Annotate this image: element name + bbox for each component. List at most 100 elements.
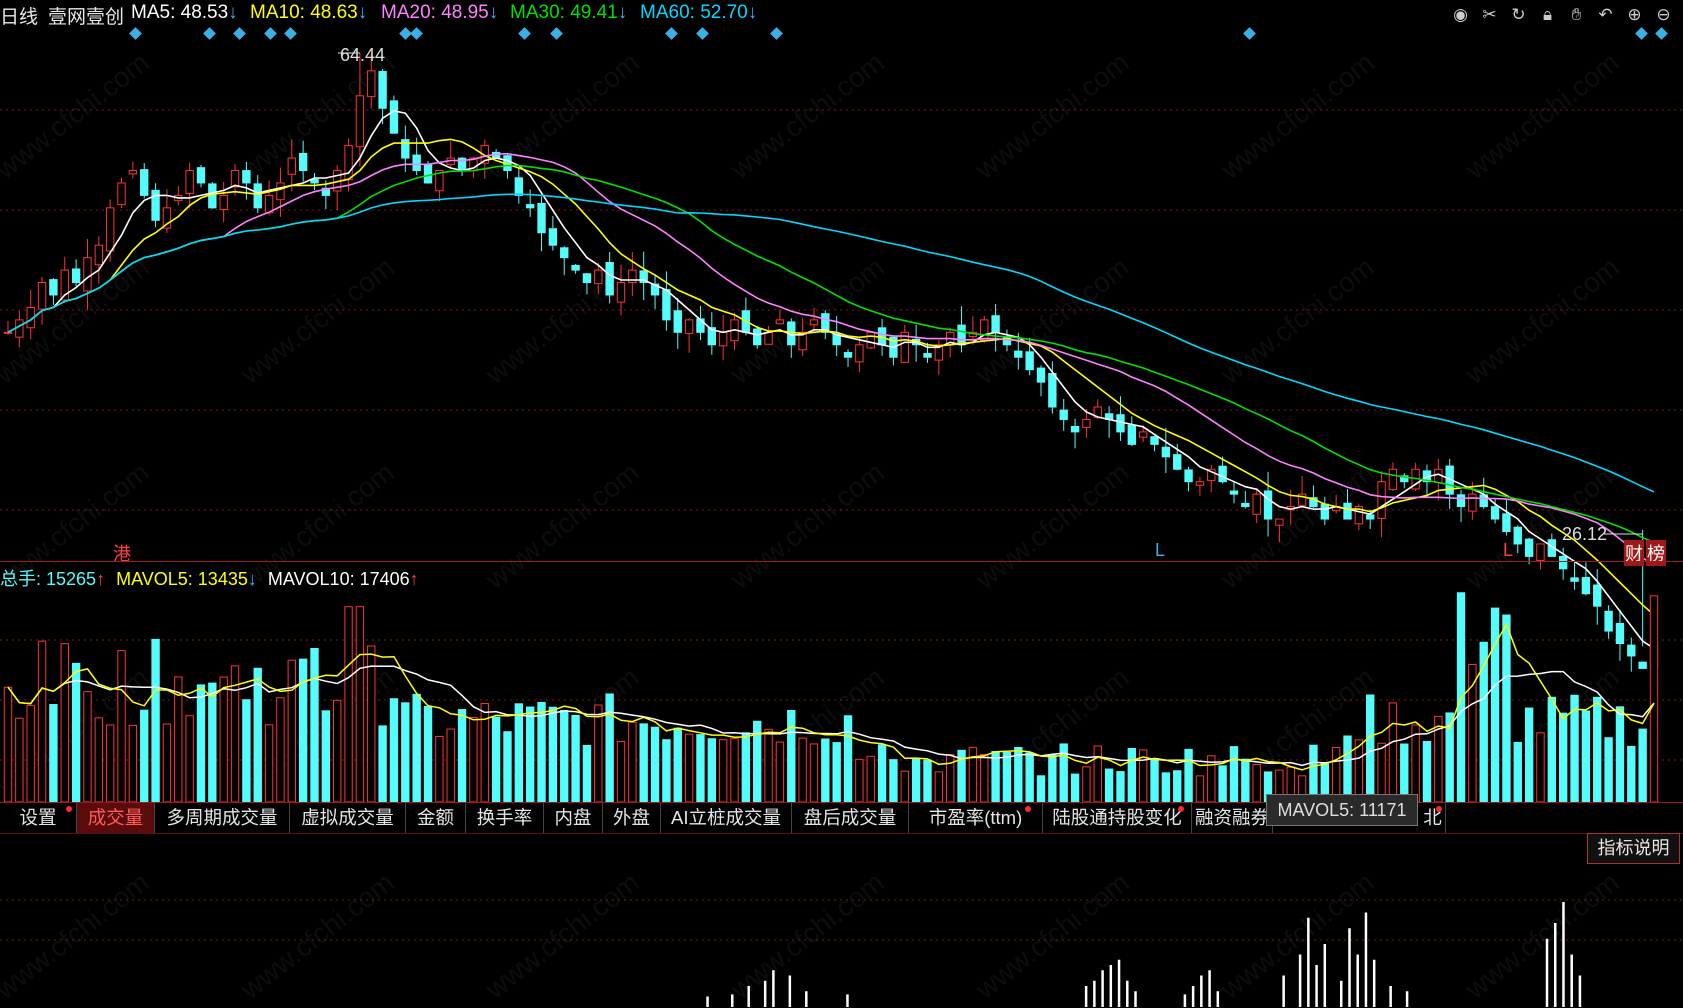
tab-northbound-holding[interactable]: 陆股通持股变化: [1043, 803, 1192, 833]
tab-outer-volume[interactable]: 外盘: [603, 803, 661, 833]
volume-bar: [821, 738, 830, 803]
candle-body: [1524, 538, 1534, 557]
volume-bar: [435, 735, 444, 803]
volume-bar: [616, 741, 626, 803]
volume-bar: [242, 699, 251, 803]
tab-multi-period-volume[interactable]: 多周期成交量: [155, 803, 290, 833]
volume-bar: [673, 727, 682, 803]
low-marker-blue[interactable]: L: [1155, 540, 1165, 561]
tab-after-hours-volume[interactable]: 盘后成交量: [792, 803, 909, 833]
candle-body: [1388, 468, 1398, 490]
zoom-in-icon[interactable]: ⊕: [1623, 3, 1646, 26]
hk-connect-marker[interactable]: 港: [113, 540, 131, 566]
volume-bar: [514, 703, 524, 803]
candle-body: [1184, 469, 1193, 483]
volume-bar: [355, 606, 365, 803]
volume-bar: [37, 640, 47, 803]
candle-body: [1241, 502, 1250, 508]
ma10-line: [7, 138, 1655, 616]
volume-bar: [310, 647, 319, 803]
volume-bar: [605, 693, 614, 803]
tabs-bottom-divider: [0, 833, 1683, 834]
kline-chart[interactable]: [0, 40, 1683, 1008]
scissors-icon[interactable]: ✂: [1478, 3, 1501, 26]
candle-body: [1320, 503, 1329, 520]
volume-bar: [15, 717, 24, 803]
volume-bar: [1649, 595, 1659, 803]
ma30-line: [7, 164, 1655, 544]
tab-turnover[interactable]: 换手率: [466, 803, 544, 833]
volume-bar: [934, 771, 944, 803]
volume-bar: [1615, 706, 1625, 803]
indicator-tabs: 设置 成交量 多周期成交量 虚拟成交量 金额 换手率 内盘 外盘 AI立桩成交量…: [0, 803, 1683, 833]
period-label[interactable]: 日线: [0, 2, 38, 29]
volume-bar: [594, 704, 603, 803]
volume-bar: [367, 645, 376, 803]
undo-icon[interactable]: ↶: [1594, 3, 1617, 26]
volume-bar: [344, 606, 353, 803]
volume-bar: [333, 699, 342, 803]
candle-body: [1536, 543, 1545, 561]
candle-body: [1558, 555, 1568, 570]
volume-bar: [49, 704, 58, 803]
candle-body: [718, 331, 728, 347]
financial-report-marker[interactable]: 财: [1624, 540, 1644, 566]
volume-bar: [1025, 752, 1034, 803]
dragon-tiger-marker[interactable]: 榜: [1646, 540, 1666, 566]
volume-bar: [253, 667, 262, 803]
replay-icon[interactable]: ↻: [1507, 3, 1530, 26]
candle-body: [537, 202, 546, 234]
candle-body: [242, 170, 251, 184]
volume-bar: [1184, 748, 1193, 803]
volume-bar: [208, 682, 217, 803]
eye-icon[interactable]: ◉: [1449, 3, 1472, 26]
tab-inner-volume[interactable]: 内盘: [544, 803, 603, 833]
more-dot: [1436, 806, 1442, 812]
candle-body: [1150, 436, 1159, 445]
volume-bar: [741, 732, 751, 803]
low-marker-red[interactable]: L: [1503, 540, 1513, 561]
volume-bar: [446, 728, 455, 803]
tab-ai-volume[interactable]: AI立桩成交量: [661, 803, 792, 833]
volume-bar: [491, 716, 501, 803]
candle-body: [3, 331, 13, 334]
volume-bar: [1627, 745, 1636, 803]
volume-bar: [1581, 710, 1591, 803]
candle-body: [594, 269, 603, 285]
lock-icon[interactable]: 🔒︎: [1536, 3, 1559, 26]
volume-bar: [185, 715, 194, 803]
candle-body: [560, 247, 569, 259]
volume-bar: [548, 706, 558, 803]
settings-dot: [66, 806, 72, 812]
tab-pe-ttm[interactable]: 市盈率(ttm): [909, 803, 1043, 833]
volume-bar: [389, 698, 399, 803]
volume-bar: [1127, 747, 1137, 803]
candle-body: [83, 257, 92, 292]
tab-volume[interactable]: 成交量: [77, 803, 155, 833]
candle-body: [49, 279, 58, 296]
candle-body: [616, 282, 626, 303]
volume-bar: [151, 638, 160, 803]
tab-margin-trading[interactable]: 融资融券: [1192, 803, 1273, 833]
candle-body: [1161, 446, 1171, 458]
candle-body: [1581, 577, 1591, 595]
indicator-help-button[interactable]: 指标说明: [1587, 833, 1680, 864]
volume-bar: [1082, 766, 1091, 803]
volume-bar: [276, 697, 285, 803]
tab-virtual-volume[interactable]: 虚拟成交量: [290, 803, 406, 833]
candle-body: [219, 194, 228, 210]
zoom-out-icon[interactable]: ⊖: [1652, 3, 1675, 26]
volume-bar: [730, 738, 739, 803]
tab-amount[interactable]: 金额: [406, 803, 466, 833]
candle-body: [1456, 494, 1466, 508]
volume-bar: [1422, 741, 1432, 803]
tab-more[interactable]: 北: [1420, 803, 1446, 833]
ma5-readout: MA5: 48.53↓: [131, 2, 238, 23]
hand-icon[interactable]: ✋︎: [1565, 3, 1588, 26]
volume-bar: [787, 709, 796, 803]
candle-body: [1218, 465, 1227, 483]
candle-body: [1263, 490, 1273, 520]
volume-bar: [1195, 775, 1205, 803]
candle-body: [1048, 373, 1057, 408]
candle-body: [991, 315, 1000, 333]
